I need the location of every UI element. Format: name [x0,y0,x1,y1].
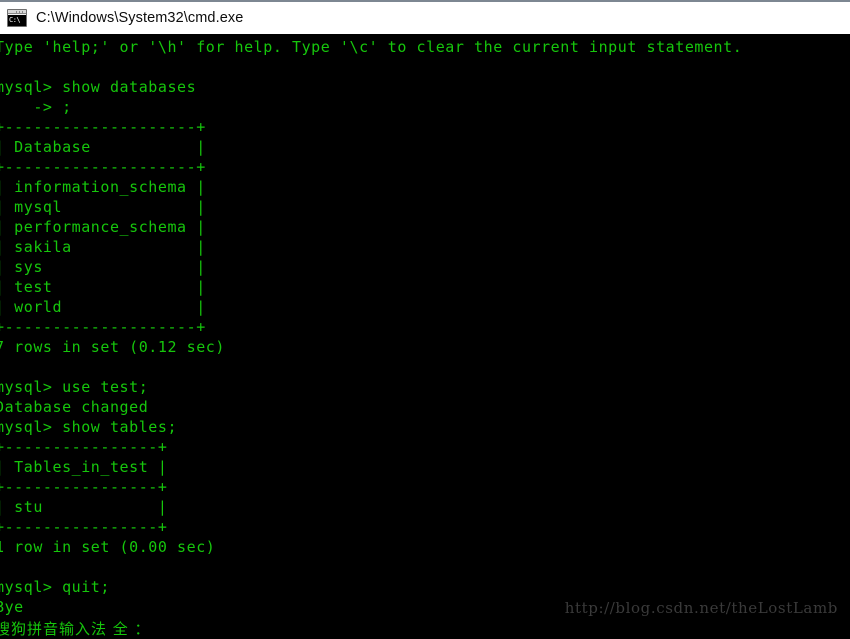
console-line-prompt: mysql> show databases [0,78,197,96]
console-line-table-row: | sys | [0,258,206,276]
console-line-prompt: mysql> use test; [0,378,149,396]
console-line: +--------------------+ [0,318,206,336]
console-line-table-row: | world | [0,298,206,316]
console-line: +----------------+ [0,518,168,536]
console-line-status: Database changed [0,398,149,416]
cmd-console-icon: C:\ [7,9,27,27]
console-line-table-header: | Database | [0,138,206,156]
console-line-table-row: | test | [0,278,206,296]
console-line-table-row: | stu | [0,498,168,516]
console-line-table-row: | sakila | [0,238,206,256]
console-line-table-row: | mysql | [0,198,206,216]
window-title: C:\Windows\System32\cmd.exe [36,10,244,26]
console-line: +----------------+ [0,438,168,456]
console-line-prompt: mysql> quit; [0,578,110,596]
console-line-prompt: mysql> show tables; [0,418,178,436]
ime-status-bar: 搜狗拼音输入法 全 ： [0,620,151,638]
console-line-continuation: -> ; [0,98,72,116]
console-line: +--------------------+ [0,158,206,176]
console-line-result-count: 1 row in set (0.00 sec) [0,538,216,556]
console-line-result-count: 7 rows in set (0.12 sec) [0,338,225,356]
icon-window-controls [16,11,25,13]
console-output-area[interactable]: Type 'help;' or '\h' for help. Type '\c'… [0,34,850,639]
console-line-table-row: | information_schema | [0,178,206,196]
console-line-table-header: | Tables_in_test | [0,458,168,476]
console-line: +----------------+ [0,478,168,496]
cmd-window: C:\ C:\Windows\System32\cmd.exe Type 'he… [0,0,850,639]
console-text-buffer: Type 'help;' or '\h' for help. Type '\c'… [0,37,850,617]
window-titlebar[interactable]: C:\ C:\Windows\System32\cmd.exe [0,0,850,34]
icon-prompt-glyph: C:\ [8,15,26,26]
console-line: Type 'help;' or '\h' for help. Type '\c'… [0,38,743,56]
console-line-table-row: | performance_schema | [0,218,206,236]
console-line: +--------------------+ [0,118,206,136]
blog-watermark: http://blog.csdn.net/theLostLamb [564,599,838,617]
